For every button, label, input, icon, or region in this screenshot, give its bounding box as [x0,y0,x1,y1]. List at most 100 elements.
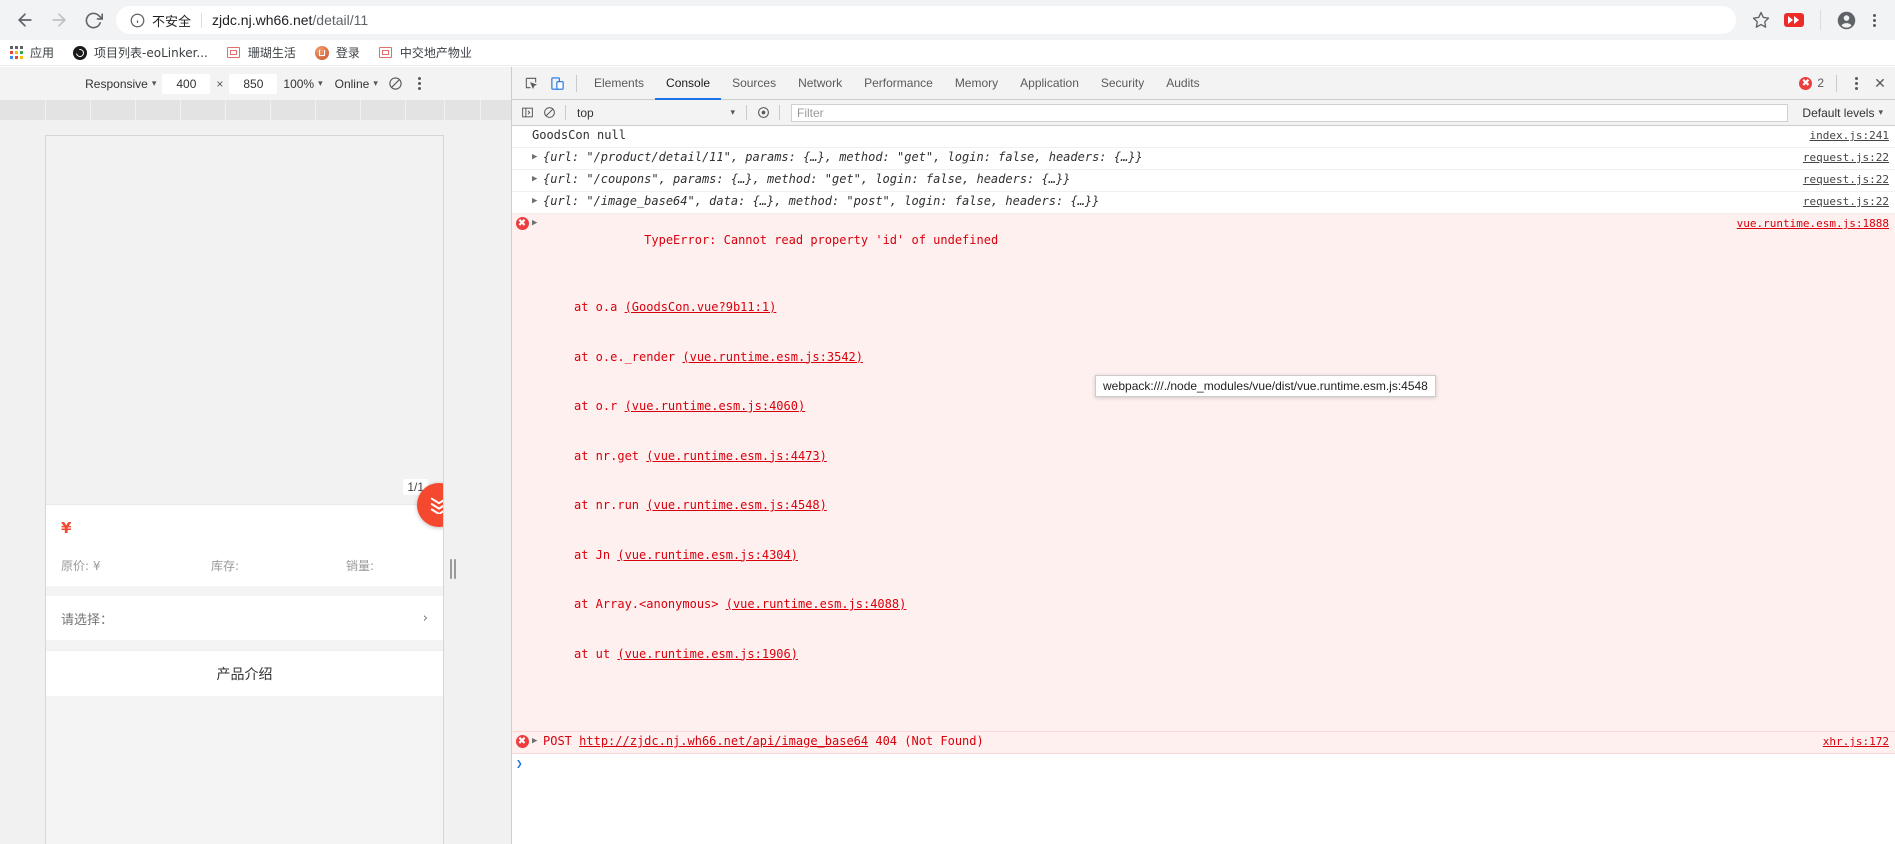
product-gallery[interactable]: 1/1 [46,136,443,505]
tab-audits[interactable]: Audits [1155,67,1210,100]
device-zoom-select[interactable]: 100% ▾ [277,77,328,91]
console-row-object[interactable]: ▶ {url: "/product/detail/11", params: {…… [512,148,1895,170]
stack-frame-location[interactable]: (vue.runtime.esm.js:4473) [646,449,827,463]
bookmark-login[interactable]: 登录 [314,44,360,61]
network-throttling-select[interactable]: Online ▾ [329,77,384,91]
bookmark-shanhu[interactable]: 珊瑚生活 [226,44,296,61]
sku-select-row[interactable]: 请选择： › [46,596,443,640]
stack-frame-location[interactable]: (vue.runtime.esm.js:4548) [646,498,827,512]
profile-button[interactable] [1831,5,1861,35]
expand-arrow-icon[interactable]: ▶ [532,171,543,184]
console-row-object[interactable]: ▶ {url: "/image_base64", data: {…}, meth… [512,192,1895,214]
console-prompt[interactable]: ❯ [512,754,1895,772]
device-more-options-button[interactable] [408,72,432,96]
url-host: zjdc.nj.wh66.net [212,12,313,28]
tab-memory[interactable]: Memory [944,67,1009,100]
stack-frame-location[interactable]: (vue.runtime.esm.js:4304) [617,548,798,562]
console-source-link[interactable]: request.js:22 [1791,149,1895,166]
rotate-icon [389,77,403,90]
back-button[interactable] [8,3,42,37]
chevron-down-icon: ▾ [373,78,378,88]
device-preset-select[interactable]: Responsive ▾ [79,77,162,91]
bookmark-eolinker[interactable]: 项目列表-eoLinker... [72,44,208,61]
tab-security[interactable]: Security [1090,67,1155,100]
device-width-input[interactable]: 400 [162,73,211,94]
stack-frame-location[interactable]: (vue.runtime.esm.js:4088) [726,597,907,611]
stack-frame-location[interactable]: (GoodsCon.vue?9b11:1) [625,300,777,314]
console-message-list[interactable]: GoodsCon null index.js:241 ▶ {url: "/pro… [512,126,1895,844]
rotate-button[interactable] [384,72,408,96]
inspect-element-button[interactable] [518,70,544,96]
console-filter-input[interactable]: Filter [791,103,1789,122]
expand-arrow-icon[interactable]: ▶ [532,733,543,746]
expand-arrow-icon[interactable]: ▶ [532,149,543,162]
console-message-text: {url: "/product/detail/11", params: {…},… [543,150,1143,164]
tab-sources[interactable]: Sources [721,67,787,100]
sales-label: 销量: [346,559,375,573]
console-source-link[interactable]: index.js:241 [1798,127,1895,144]
tab-application[interactable]: Application [1009,67,1090,100]
kebab-icon [410,73,430,95]
chrome-menu-button[interactable] [1861,5,1887,35]
stack-frame-location[interactable]: (vue.runtime.esm.js:1906) [617,647,798,661]
execution-context-select[interactable]: top ▾ [571,106,741,120]
bookmark-star-button[interactable] [1746,5,1776,35]
console-row-log[interactable]: GoodsCon null index.js:241 [512,126,1895,148]
console-source-link[interactable]: xhr.js:172 [1811,733,1895,750]
device-preset-label: Responsive [85,76,148,91]
viewport-resize-handle[interactable] [449,555,457,583]
security-label: 不安全 [152,14,192,30]
emulated-page-viewport[interactable]: 1/1 ¥ 原价: ¥ 库存: 销量: 请选择： › 产品介绍 [45,135,444,844]
expand-arrow-icon[interactable]: ▶ [532,215,543,228]
row-gutter [512,193,532,195]
request-url-link[interactable]: http://zjdc.nj.wh66.net/api/image_base64 [579,734,868,748]
reload-button[interactable] [76,3,110,37]
console-row-error[interactable]: ✖ ▶ TypeError: Cannot read property 'id'… [512,214,1895,732]
network-error-body: POST http://zjdc.nj.wh66.net/api/image_b… [543,733,1811,750]
error-icon: ✖ [515,217,529,230]
stack-frame-fn: at nr.get [574,448,647,463]
toggle-device-toolbar-button[interactable] [544,70,570,96]
console-source-link[interactable]: request.js:22 [1791,193,1895,210]
tab-elements[interactable]: Elements [583,67,655,100]
document-favicon [378,45,394,61]
forward-arrow-icon [52,13,66,27]
site-info-icon[interactable] [130,13,145,28]
original-price-label: 原价: ¥ [61,559,101,573]
prompt-chevron-icon: ❯ [516,756,523,770]
tab-divider [1836,74,1837,92]
devtools-close-button[interactable]: ✕ [1869,72,1891,94]
console-row-network-error[interactable]: ✖ ▶ POST http://zjdc.nj.wh66.net/api/ima… [512,732,1895,754]
bookmark-zhongjiao[interactable]: 中交地产物业 [378,44,472,61]
expand-arrow-icon[interactable]: ▶ [532,193,543,206]
devtools-main-menu-button[interactable] [1843,70,1869,96]
stack-frame-location[interactable]: (vue.runtime.esm.js:3542) [682,350,863,364]
devtools-header-right: ✖ 2 ✕ [1793,70,1895,96]
log-levels-select[interactable]: Default levels ▾ [1794,106,1891,120]
live-expression-button[interactable] [752,102,774,124]
tab-performance[interactable]: Performance [853,67,944,100]
extension-button[interactable] [1784,13,1804,27]
error-count-badge[interactable]: ✖ 2 [1793,76,1830,90]
device-height-input[interactable]: 850 [229,73,278,94]
viewport-ruler[interactable] [0,100,511,120]
forward-button[interactable] [42,3,76,37]
console-sidebar-button[interactable] [516,102,538,124]
console-message-text: {url: "/image_base64", data: {…}, method… [543,194,1100,208]
product-intro-body [46,696,443,844]
console-source-link[interactable]: vue.runtime.esm.js:1888 [1725,215,1895,232]
kebab-icon [1864,9,1884,31]
tab-console[interactable]: Console [655,67,722,100]
toolbar-divider [779,105,780,120]
section-gap [46,586,443,596]
console-source-link[interactable]: request.js:22 [1791,171,1895,188]
row-gutter [512,149,532,151]
bookmark-apps[interactable]: 应用 [8,44,54,61]
clear-console-button[interactable] [538,102,560,124]
dimension-separator: × [216,76,224,91]
tab-network[interactable]: Network [787,67,853,100]
address-bar[interactable]: 不安全 zjdc.nj.wh66.net/detail/11 [116,6,1736,34]
devtools-tab-bar: Elements Console Sources Network Perform… [512,67,1895,100]
console-row-object[interactable]: ▶ {url: "/coupons", params: {…}, method:… [512,170,1895,192]
stack-frame-location[interactable]: (vue.runtime.esm.js:4060) [625,399,806,413]
